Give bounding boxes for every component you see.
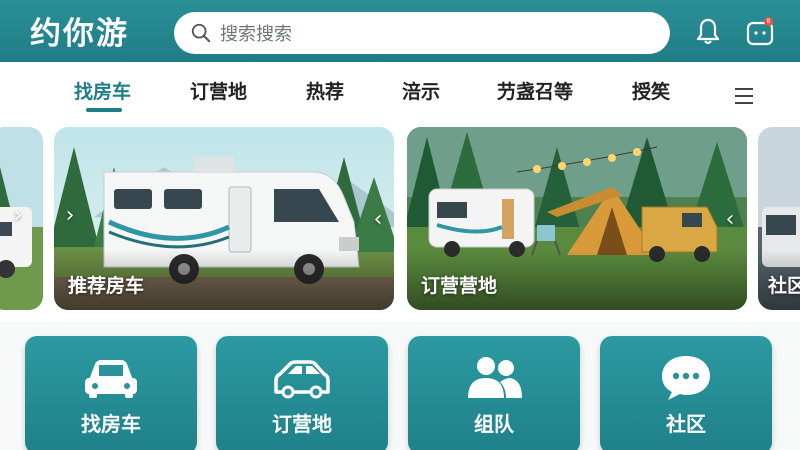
- app-header: 约你游 搜索搜索 8: [0, 0, 800, 62]
- tile-find-rv[interactable]: 找房车: [25, 336, 197, 450]
- banner-label: 订营营地: [421, 275, 498, 297]
- tab-4[interactable]: 涪示: [402, 77, 440, 104]
- search-placeholder: 搜索搜索: [220, 24, 292, 45]
- active-tab-indicator: [86, 108, 122, 112]
- car-icon: [274, 360, 330, 399]
- tile-label: 社区: [666, 412, 706, 436]
- chat-bubble-icon: [662, 356, 710, 400]
- carousel-arrow-right-icon[interactable]: ›: [7, 203, 29, 229]
- bell-icon[interactable]: [694, 16, 722, 46]
- tab-recommended[interactable]: 热荐: [306, 77, 344, 104]
- banner-card-community[interactable]: 社区: [758, 127, 800, 310]
- tab-6[interactable]: 授笶: [632, 77, 670, 104]
- banner-carousel: › › ‹ 推荐房车 ‹ 订营营地 社区: [0, 122, 800, 322]
- tab-find-rv[interactable]: 找房车: [74, 77, 131, 104]
- banner-label: 社区: [768, 275, 800, 297]
- carousel-arrow-right-icon[interactable]: ›: [59, 203, 81, 229]
- tab-book-camp[interactable]: 订营地: [190, 77, 247, 104]
- category-tabs: 找房车 订营地 热荐 涪示 芀盏召等 授笶: [0, 62, 800, 122]
- tile-label: 订营地: [272, 412, 332, 436]
- banner-card-partial-left[interactable]: ›: [0, 127, 43, 310]
- app-logo[interactable]: 约你游: [30, 8, 129, 53]
- notification-badge: 8: [764, 17, 773, 26]
- tile-label: 找房车: [81, 412, 141, 436]
- carousel-arrow-left-icon[interactable]: ‹: [367, 207, 389, 233]
- tile-label: 组队: [474, 412, 514, 436]
- search-icon: [191, 23, 211, 43]
- car-icon: [85, 360, 137, 398]
- menu-icon[interactable]: [733, 86, 755, 106]
- tile-book-camp[interactable]: 订营地: [216, 336, 388, 450]
- tab-5[interactable]: 芀盏召等: [497, 77, 573, 104]
- search-input[interactable]: 搜索搜索: [174, 12, 670, 54]
- banner-card-recommended-rv[interactable]: › ‹ 推荐房车: [54, 127, 394, 310]
- banner-card-camping[interactable]: ‹ 订营营地: [407, 127, 747, 310]
- tile-community[interactable]: 社区: [600, 336, 772, 450]
- group-icon: [468, 357, 522, 398]
- carousel-arrow-left-icon[interactable]: ‹: [719, 207, 741, 233]
- tile-team-up[interactable]: 组队: [408, 336, 580, 450]
- banner-label: 推荐房车: [68, 275, 145, 297]
